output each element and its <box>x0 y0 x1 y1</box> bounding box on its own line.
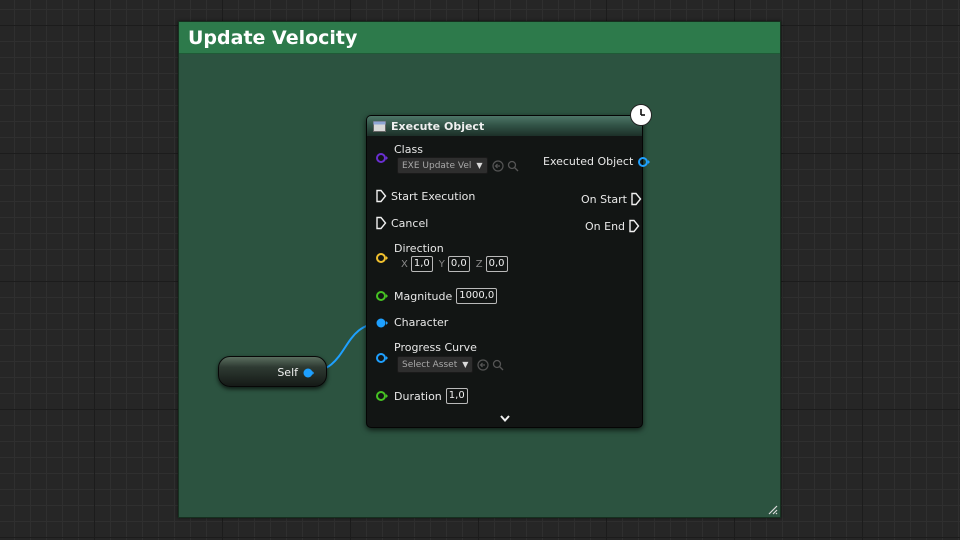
direction-x-field[interactable]: 1,0 <box>410 256 433 272</box>
on-start-row: On Start <box>581 192 642 206</box>
class-value-row: EXE Update Vel ▼ <box>397 157 519 174</box>
progress-curve-dropdown[interactable]: Select Asset ▼ <box>397 356 474 373</box>
progress-curve-pin-row <box>375 352 389 364</box>
chevron-down-icon: ▼ <box>476 161 483 170</box>
duration-label: Duration <box>394 389 442 403</box>
magnitude-pin[interactable] <box>375 290 389 302</box>
direction-values: X 1,0 Y 0,0 Z 0,0 <box>401 256 508 272</box>
direction-x-label: X <box>401 258 408 270</box>
direction-z-field[interactable]: 0,0 <box>485 256 508 272</box>
magnitude-row: Magnitude 1000,0 <box>375 288 498 304</box>
direction-pin[interactable] <box>375 252 389 264</box>
on-start-exec-pin[interactable] <box>630 192 642 206</box>
start-execution-exec-pin[interactable] <box>375 189 387 203</box>
duration-field[interactable]: 1,0 <box>445 388 468 404</box>
chevron-down-icon: ▼ <box>462 360 469 369</box>
direction-y-label: Y <box>438 258 445 270</box>
node-header[interactable]: Execute Object <box>367 116 642 136</box>
browse-search-icon[interactable] <box>507 160 519 172</box>
use-selected-icon[interactable] <box>491 159 504 172</box>
class-pin-row <box>375 152 389 164</box>
executed-object-pin[interactable] <box>637 156 651 168</box>
self-label: Self <box>277 366 298 379</box>
magnitude-label: Magnitude <box>394 289 453 303</box>
direction-pin-row <box>375 252 389 264</box>
use-selected-icon[interactable] <box>477 358 489 371</box>
character-row: Character <box>375 316 448 329</box>
start-execution-label: Start Execution <box>391 189 476 203</box>
character-label: Character <box>394 316 449 329</box>
function-icon <box>373 120 386 132</box>
browse-search-icon[interactable] <box>492 359 504 371</box>
on-end-exec-pin[interactable] <box>628 219 640 233</box>
progress-curve-label: Progress Curve <box>394 341 477 354</box>
on-end-label: On End <box>585 219 626 233</box>
direction-z-label: Z <box>475 258 483 270</box>
direction-y-field[interactable]: 0,0 <box>447 256 470 272</box>
on-start-label: On Start <box>581 192 627 206</box>
on-end-row: On End <box>585 219 640 233</box>
magnitude-field[interactable]: 1000,0 <box>456 288 498 304</box>
progress-curve-dropdown-value: Select Asset <box>402 359 458 370</box>
class-dropdown-value: EXE Update Vel <box>402 160 472 171</box>
cancel-row: Cancel <box>375 216 428 230</box>
progress-curve-pin[interactable] <box>375 352 389 364</box>
clock-icon <box>630 104 652 126</box>
start-execution-row: Start Execution <box>375 189 475 203</box>
character-pin[interactable] <box>375 317 389 329</box>
chevron-down-icon[interactable] <box>499 414 511 424</box>
class-pin[interactable] <box>375 152 389 164</box>
class-dropdown[interactable]: EXE Update Vel ▼ <box>397 157 488 174</box>
cancel-exec-pin[interactable] <box>375 216 387 230</box>
node-title: Execute Object <box>391 119 485 133</box>
cancel-label: Cancel <box>391 216 429 230</box>
executed-object-row: Executed Object <box>543 155 651 168</box>
self-output-pin[interactable] <box>302 367 314 379</box>
progress-curve-value-row: Select Asset ▼ <box>397 356 504 373</box>
executed-object-label: Executed Object <box>543 155 634 168</box>
duration-pin[interactable] <box>375 390 389 402</box>
class-label: Class <box>394 143 423 156</box>
direction-label: Direction <box>394 242 444 255</box>
duration-row: Duration 1,0 <box>375 388 468 404</box>
self-node[interactable]: Self <box>218 356 327 387</box>
